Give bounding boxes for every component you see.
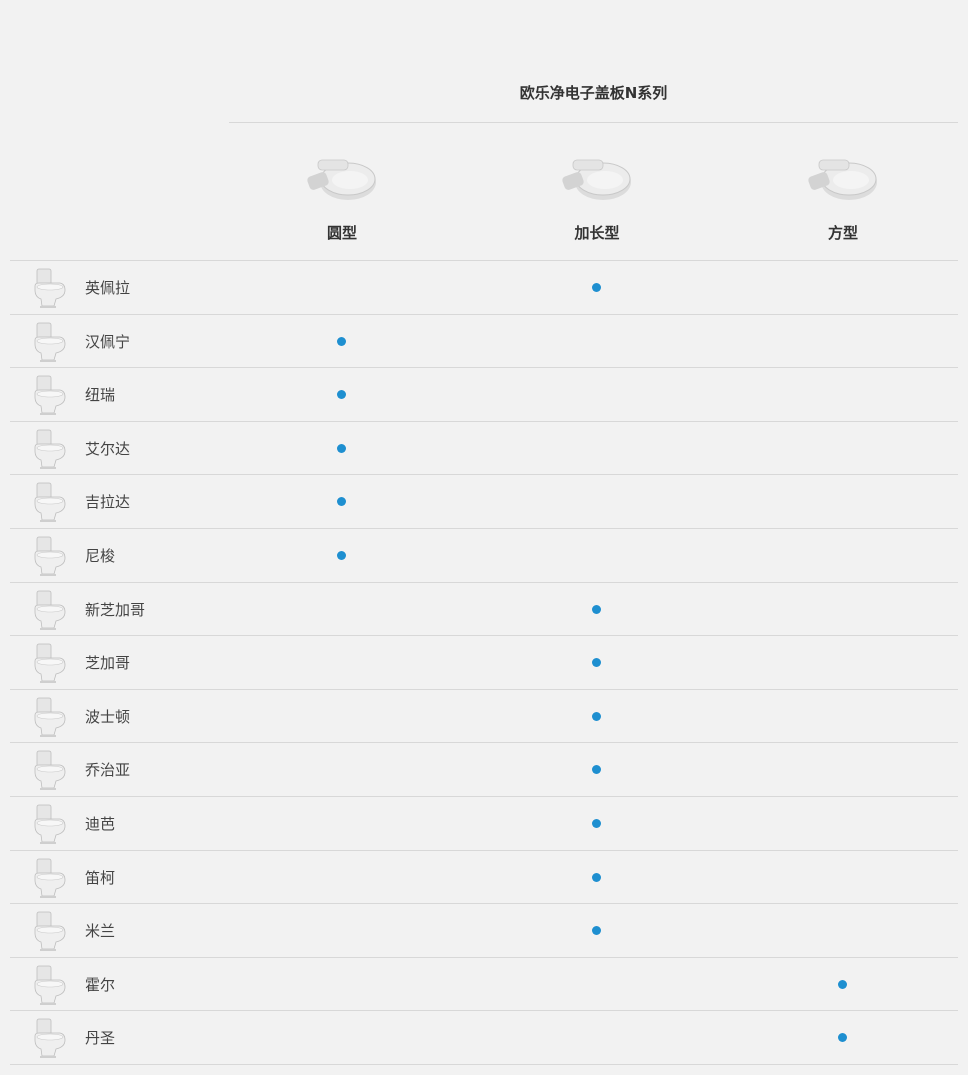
toilet-model-name: 乔治亚 <box>85 761 131 779</box>
table-row: 芝加哥 <box>10 636 958 690</box>
toilet-thumbnail-icon <box>30 641 70 685</box>
table-row: 丹圣 <box>10 1011 958 1065</box>
toilet-thumbnail-icon <box>30 266 70 310</box>
compatibility-dot <box>592 283 601 292</box>
toilet-model-name: 丹圣 <box>85 1029 116 1047</box>
seat-type-column: 加长型 <box>537 150 657 243</box>
compatibility-dot <box>592 819 601 828</box>
table-row: 霍尔 <box>10 958 958 1011</box>
toilet-model-name: 迪芭 <box>85 815 116 833</box>
table-row: 尼梭 <box>10 529 958 583</box>
toilet-model-name: 霍尔 <box>85 976 116 994</box>
compatibility-dot <box>592 873 601 882</box>
toilet-thumbnail-icon <box>30 748 70 792</box>
table-row: 新芝加哥 <box>10 583 958 636</box>
compatibility-dot <box>337 390 346 399</box>
series-title: 欧乐净电子盖板N系列 <box>519 84 668 102</box>
seat-type-column: 圆型 <box>282 150 402 243</box>
square-seat-icon <box>805 150 881 208</box>
toilet-thumbnail-icon <box>30 963 70 1007</box>
toilet-thumbnail-icon <box>30 373 70 417</box>
toilet-model-name: 波士顿 <box>85 708 131 726</box>
table-row: 笛柯 <box>10 851 958 904</box>
toilet-model-name: 芝加哥 <box>85 654 131 672</box>
seat-type-column: 方型 <box>783 150 903 243</box>
toilet-model-name: 米兰 <box>85 922 116 940</box>
seat-type-label: 加长型 <box>574 224 620 242</box>
toilet-thumbnail-icon <box>30 534 70 578</box>
compatibility-dot <box>592 765 601 774</box>
compatibility-dot <box>337 551 346 560</box>
table-row: 乔治亚 <box>10 743 958 797</box>
toilet-model-name: 纽瑞 <box>85 386 116 404</box>
toilet-model-name: 汉佩宁 <box>85 333 131 351</box>
toilet-thumbnail-icon <box>30 320 70 364</box>
toilet-thumbnail-icon <box>30 802 70 846</box>
round-seat-icon <box>304 150 380 208</box>
series-divider <box>229 122 958 123</box>
toilet-model-name: 英佩拉 <box>85 279 131 297</box>
elongated-seat-icon <box>559 150 635 208</box>
toilet-model-name: 尼梭 <box>85 547 116 565</box>
table-row: 英佩拉 <box>10 261 958 315</box>
table-row: 艾尔达 <box>10 422 958 475</box>
toilet-thumbnail-icon <box>30 1016 70 1060</box>
toilet-thumbnail-icon <box>30 695 70 739</box>
toilet-thumbnail-icon <box>30 480 70 524</box>
seat-type-label: 方型 <box>827 224 858 242</box>
toilet-thumbnail-icon <box>30 856 70 900</box>
toilet-model-name: 吉拉达 <box>85 493 131 511</box>
toilet-model-name: 新芝加哥 <box>85 601 146 619</box>
compatibility-dot <box>337 497 346 506</box>
toilet-thumbnail-icon <box>30 588 70 632</box>
compatibility-dot <box>592 658 601 667</box>
compatibility-dot <box>592 712 601 721</box>
compatibility-dot <box>838 980 847 989</box>
seat-type-label: 圆型 <box>326 224 357 242</box>
compatibility-dot <box>592 926 601 935</box>
toilet-thumbnail-icon <box>30 909 70 953</box>
table-row: 米兰 <box>10 904 958 958</box>
table-row: 波士顿 <box>10 690 958 743</box>
table-row: 汉佩宁 <box>10 315 958 368</box>
compatibility-dot <box>337 444 346 453</box>
table-row: 纽瑞 <box>10 368 958 422</box>
toilet-model-name: 笛柯 <box>85 869 116 887</box>
compatibility-dot <box>838 1033 847 1042</box>
toilet-thumbnail-icon <box>30 427 70 471</box>
table-row: 吉拉达 <box>10 475 958 529</box>
compatibility-dot <box>337 337 346 346</box>
toilet-model-name: 艾尔达 <box>85 440 131 458</box>
table-row: 迪芭 <box>10 797 958 851</box>
compatibility-dot <box>592 605 601 614</box>
